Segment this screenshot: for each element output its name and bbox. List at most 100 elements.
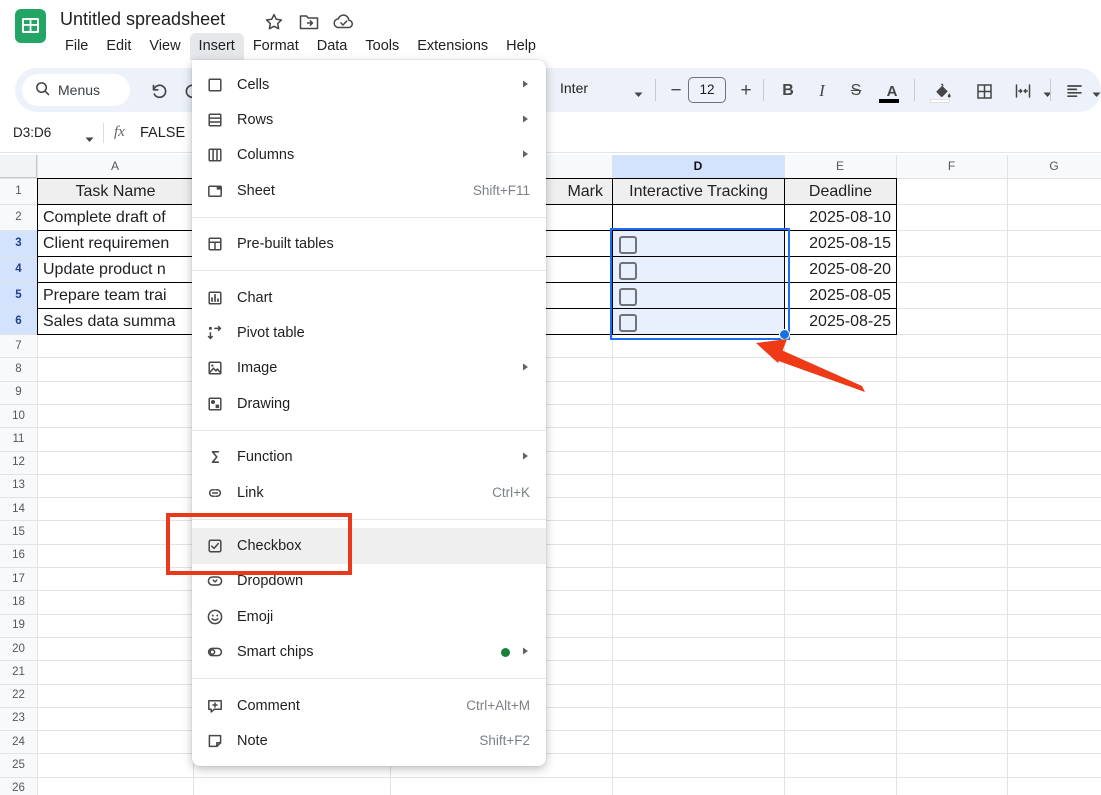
row-header-2[interactable]: 2 [0,204,37,230]
row-header-16[interactable]: 16 [0,544,37,567]
row-header-15[interactable]: 15 [0,520,37,543]
font-name-selector[interactable]: Inter [560,80,588,96]
row-header-11[interactable]: 11 [0,427,37,450]
row-header-24[interactable]: 24 [0,730,37,753]
italic-button[interactable]: I [811,80,833,102]
smart-chips-icon [206,643,224,661]
borders-button[interactable] [973,80,995,102]
insert-menu-item-image[interactable]: Image [192,351,546,386]
column-header-G[interactable]: G [1007,155,1101,178]
bold-button[interactable]: B [777,80,799,102]
cell-E4[interactable]: 2025-08-20 [784,256,897,283]
insert-menu-item-note[interactable]: Note Shift+F2 [192,723,546,758]
row-header-8[interactable]: 8 [0,357,37,380]
insert-menu-item-pivot-table[interactable]: Pivot table [192,315,546,350]
horizontal-align-button[interactable] [1063,80,1085,102]
cell-A3[interactable]: Client requiremen [37,230,194,257]
menubar-item-tools[interactable]: Tools [356,33,408,60]
document-title[interactable]: Untitled spreadsheet [60,9,225,30]
column-header-F[interactable]: F [896,155,1007,178]
menus-search-button[interactable]: Menus [22,74,130,106]
row-header-4[interactable]: 4 [0,256,37,282]
row-header-25[interactable]: 25 [0,753,37,776]
row-header-13[interactable]: 13 [0,474,37,497]
formula-input[interactable]: FALSE [140,114,185,152]
function-icon [206,448,224,466]
row-header-7[interactable]: 7 [0,334,37,357]
row-header-19[interactable]: 19 [0,614,37,637]
insert-menu-item-cells[interactable]: Cells [192,67,546,102]
menubar-item-data[interactable]: Data [308,33,357,60]
row-header-1[interactable]: 1 [0,178,37,204]
column-header-A[interactable]: A [37,155,193,178]
row-header-18[interactable]: 18 [0,590,37,613]
row-header-3[interactable]: 3 [0,230,37,256]
cell-A5[interactable]: Prepare team trai [37,282,194,309]
cell-D1[interactable]: Interactive Tracking [612,178,785,205]
text-color-button[interactable]: A [881,80,903,102]
cell-A1[interactable]: Task Name [37,178,194,205]
font-dropdown-caret-icon[interactable] [627,84,649,106]
row-header-5[interactable]: 5 [0,282,37,308]
name-box-caret-icon[interactable] [85,130,94,148]
decrease-font-size-button[interactable]: − [665,80,687,102]
menubar-item-format[interactable]: Format [244,33,308,60]
insert-menu-item-pre-built-tables[interactable]: Pre-built tables [192,227,546,262]
cell-A6[interactable]: Sales data summa [37,308,194,335]
row-header-17[interactable]: 17 [0,567,37,590]
row-header-10[interactable]: 10 [0,404,37,427]
row-header-9[interactable]: 9 [0,381,37,404]
insert-menu-item-drawing[interactable]: Drawing [192,386,546,421]
row-header-6[interactable]: 6 [0,308,37,334]
name-box[interactable]: D3:D6 [13,114,51,152]
move-folder-icon[interactable] [298,12,320,34]
menubar-item-insert[interactable]: Insert [190,33,244,60]
cell-E2[interactable]: 2025-08-10 [784,204,897,231]
merge-caret-icon[interactable] [1036,84,1058,106]
insert-menu-item-emoji[interactable]: Emoji [192,599,546,634]
menubar-item-file[interactable]: File [56,33,97,60]
cell-E6[interactable]: 2025-08-25 [784,308,897,335]
cell-E5[interactable]: 2025-08-05 [784,282,897,309]
align-caret-icon[interactable] [1085,84,1101,106]
cell-E3[interactable]: 2025-08-15 [784,230,897,257]
fill-color-button[interactable] [931,80,953,102]
increase-font-size-button[interactable]: + [735,80,757,102]
row-header-26[interactable]: 26 [0,777,37,795]
column-header-D[interactable]: D [612,155,784,178]
undo-button[interactable] [148,80,170,102]
google-sheets-logo[interactable] [14,8,47,49]
insert-menu-item-rows[interactable]: Rows [192,102,546,137]
row-header-23[interactable]: 23 [0,707,37,730]
emoji-icon [206,608,224,626]
submenu-arrow-icon [520,146,530,164]
row-header-12[interactable]: 12 [0,451,37,474]
menubar-item-view[interactable]: View [140,33,189,60]
insert-menu-item-link[interactable]: Link Ctrl+K [192,475,546,510]
cell-A4[interactable]: Update product n [37,256,194,283]
insert-menu-item-function[interactable]: Function [192,440,546,475]
insert-menu-item-sheet[interactable]: Sheet Shift+F11 [192,173,546,208]
menubar-item-edit[interactable]: Edit [97,33,140,60]
merge-cells-button[interactable] [1012,80,1034,102]
font-size-input[interactable]: 12 [688,77,726,103]
star-icon[interactable] [264,12,286,34]
row-header-20[interactable]: 20 [0,637,37,660]
insert-menu-item-columns[interactable]: Columns [192,138,546,173]
row-header-21[interactable]: 21 [0,660,37,683]
insert-menu-item-comment[interactable]: Comment Ctrl+Alt+M [192,688,546,723]
insert-menu-item-smart-chips[interactable]: Smart chips [192,634,546,669]
cell-E1[interactable]: Deadline [784,178,897,205]
cloud-status-icon[interactable] [332,12,354,34]
menubar-item-extensions[interactable]: Extensions [408,33,497,60]
select-all-corner[interactable] [0,155,37,178]
column-header-E[interactable]: E [784,155,896,178]
menubar-item-help[interactable]: Help [497,33,545,60]
chart-icon [206,289,224,307]
insert-menu-item-chart[interactable]: Chart [192,280,546,315]
cell-D2[interactable] [612,204,785,231]
row-header-22[interactable]: 22 [0,684,37,707]
row-header-14[interactable]: 14 [0,497,37,520]
cell-A2[interactable]: Complete draft of [37,204,194,231]
strikethrough-button[interactable]: S [845,80,867,102]
